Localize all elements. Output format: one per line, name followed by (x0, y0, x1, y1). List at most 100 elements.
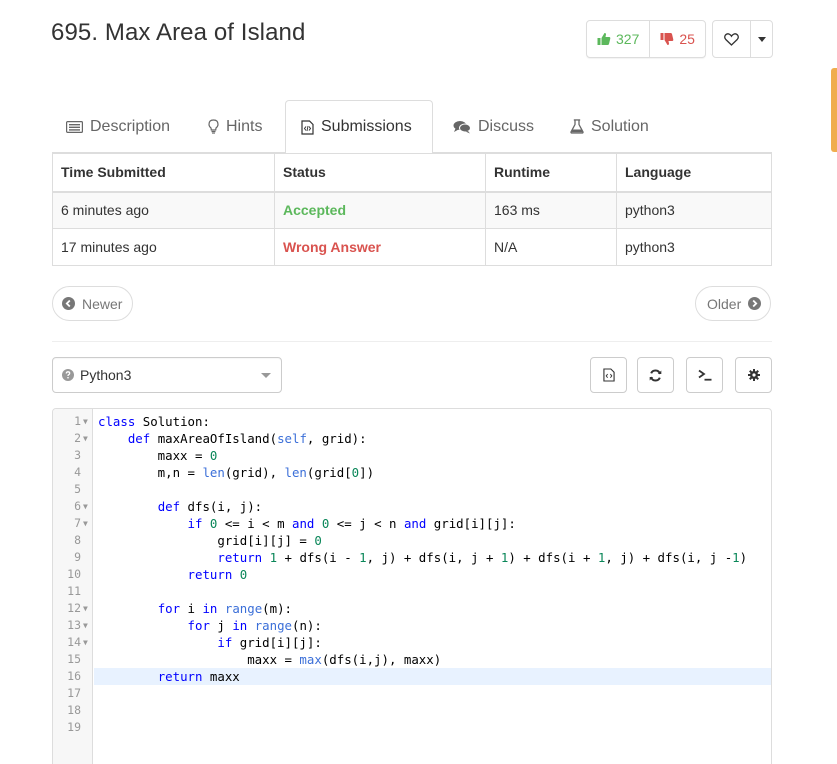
line-number: 16 (67, 669, 81, 683)
column-header-time: Time Submitted (52, 153, 275, 193)
list-icon (66, 120, 83, 133)
code-text: def dfs(i, j): (157, 499, 263, 514)
thumbs-up-icon (597, 32, 611, 45)
submission-runtime: N/A (485, 228, 617, 266)
code-text: return 1 + dfs(i - 1, j) + dfs(i, j + 1)… (217, 550, 748, 565)
submission-time: 17 minutes ago (52, 228, 275, 266)
upvote-button[interactable]: 327 (587, 21, 651, 57)
fold-arrow-icon[interactable]: ▼ (83, 634, 88, 651)
code-text: for i in range(m): (157, 601, 293, 616)
code-text: class Solution: (98, 414, 210, 429)
heart-icon (724, 32, 739, 46)
flask-icon (570, 119, 584, 134)
code-text: for j in range(n): (187, 618, 322, 633)
problem-title: 695. Max Area of Island (51, 19, 306, 46)
line-number: 7 (74, 516, 81, 530)
newer-button[interactable]: Newer (52, 286, 134, 321)
tab-discuss-label: Discuss (478, 117, 535, 135)
code-line[interactable]: 13 ▼ for j in range(n): (53, 617, 771, 634)
line-number: 3 (74, 448, 81, 462)
column-header-language: Language (616, 153, 772, 193)
older-button[interactable]: Older (695, 286, 772, 321)
tab-description[interactable]: Description (66, 100, 170, 153)
code-line[interactable]: 12 ▼ for i in range(m): (53, 600, 771, 617)
code-line[interactable]: 4 m,n = len(grid), len(grid[0]) (53, 464, 771, 481)
line-number: 9 (74, 550, 81, 564)
line-number: 17 (67, 686, 81, 700)
code-text: return maxx (94, 668, 771, 685)
problem-tabs: Description Hints Submissions Discuss So… (52, 100, 772, 154)
tab-solution[interactable]: Solution (570, 100, 649, 153)
code-line[interactable]: 11 (53, 583, 771, 600)
submission-status-link[interactable]: Accepted (283, 202, 346, 218)
code-file-icon (602, 368, 615, 382)
thumbs-down-icon (660, 33, 674, 46)
chevron-left-circle-icon (62, 297, 75, 310)
line-number: 4 (74, 465, 81, 479)
side-panel-handle[interactable] (831, 68, 837, 152)
section-divider (52, 341, 772, 342)
code-line[interactable]: 7 ▼ if 0 <= i < m and 0 <= j < n and grid… (53, 515, 771, 532)
template-code-button[interactable] (590, 357, 627, 393)
line-number: 19 (67, 720, 81, 734)
code-line[interactable]: 8 grid[i][j] = 0 (53, 532, 771, 549)
fold-arrow-icon[interactable]: ▼ (83, 515, 88, 532)
line-number: 5 (74, 482, 81, 496)
code-line[interactable]: 10 return 0 (53, 566, 771, 583)
fold-arrow-icon[interactable]: ▼ (83, 430, 88, 447)
language-select[interactable]: Python3 (52, 357, 282, 393)
fold-arrow-icon[interactable]: ▼ (83, 617, 88, 634)
line-number: 10 (67, 567, 81, 581)
language-select-value: Python3 (80, 367, 132, 383)
line-number: 2 (74, 431, 81, 445)
table-row: 6 minutes ago Accepted 163 ms python3 (52, 191, 772, 229)
reset-code-button[interactable] (637, 357, 674, 393)
code-line[interactable]: 18 (53, 702, 771, 719)
code-line[interactable]: 19 (53, 719, 771, 736)
line-number: 15 (67, 652, 81, 666)
tab-solution-label: Solution (591, 117, 649, 135)
code-line[interactable]: 6 ▼ def dfs(i, j): (53, 498, 771, 515)
tab-discuss[interactable]: Discuss (453, 100, 534, 153)
caret-down-icon (757, 36, 766, 42)
code-line[interactable]: 17 (53, 685, 771, 702)
lightbulb-icon (208, 119, 219, 134)
code-line[interactable]: 9 return 1 + dfs(i - 1, j) + dfs(i, j + … (53, 549, 771, 566)
code-line[interactable]: 16 return maxx (53, 668, 771, 685)
comments-icon (453, 120, 471, 133)
tab-hints-label: Hints (226, 117, 263, 135)
table-row: 17 minutes ago Wrong Answer N/A python3 (52, 228, 772, 266)
code-line[interactable]: 5 (53, 481, 771, 498)
code-line[interactable]: 14 ▼ if grid[i][j]: (53, 634, 771, 651)
downvote-button[interactable]: 25 (650, 21, 705, 57)
fold-arrow-icon[interactable]: ▼ (83, 413, 88, 430)
submission-language: python3 (616, 228, 772, 266)
gear-icon (747, 369, 760, 381)
code-line[interactable]: 1 ▼ class Solution: (53, 413, 771, 430)
code-text: return 0 (187, 567, 248, 582)
code-line[interactable]: 3 maxx = 0 (53, 447, 771, 464)
code-line[interactable]: 15 maxx = max(dfs(i,j), maxx) (53, 651, 771, 668)
terminal-icon (697, 369, 711, 381)
favorite-dropdown-button[interactable] (751, 21, 772, 57)
favorite-button[interactable] (713, 21, 751, 57)
submission-language: python3 (616, 191, 772, 229)
console-button[interactable] (686, 357, 723, 393)
tab-hints[interactable]: Hints (208, 100, 262, 153)
favorite-group (712, 20, 773, 58)
code-editor[interactable]: 1 ▼ class Solution: 2 ▼ def maxAreaOfIsland(… (52, 408, 772, 764)
line-number: 11 (67, 584, 81, 598)
code-text: m,n = len(grid), len(grid[0]) (98, 465, 375, 480)
settings-button[interactable] (735, 357, 772, 393)
table-header-row: Time Submitted Status Runtime Language (52, 153, 772, 193)
fold-arrow-icon[interactable]: ▼ (83, 600, 88, 617)
fold-arrow-icon[interactable]: ▼ (83, 498, 88, 515)
tab-submissions[interactable]: Submissions (285, 100, 433, 154)
code-line[interactable]: 2 ▼ def maxAreaOfIsland(self, grid): (53, 430, 771, 447)
downvote-count: 25 (679, 31, 695, 47)
question-circle-icon (62, 369, 74, 381)
submission-status-link[interactable]: Wrong Answer (283, 239, 381, 255)
